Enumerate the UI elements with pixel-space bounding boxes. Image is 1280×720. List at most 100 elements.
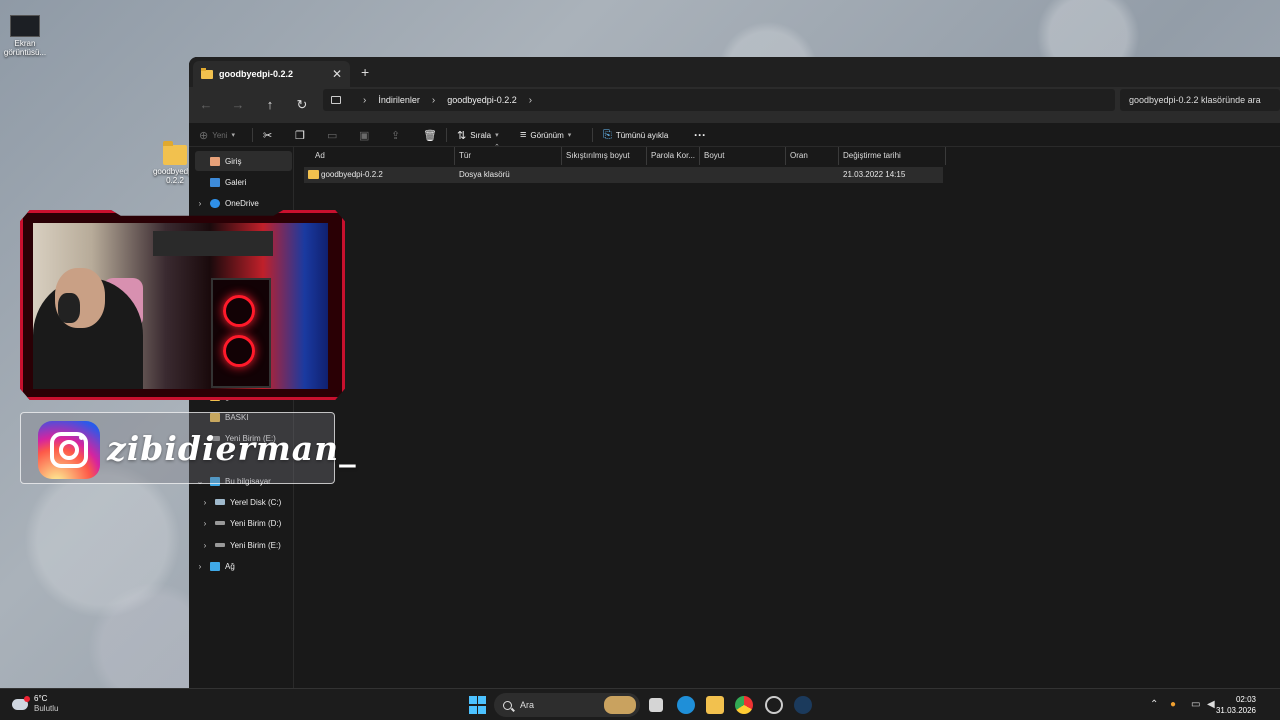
taskbar-search[interactable]: Ara (494, 693, 640, 717)
extract-all-label: Tümünü ayıkla (615, 130, 669, 140)
column-header-ratio[interactable]: Oran (786, 147, 839, 165)
command-bar: ⊕ Yeni ▾ ✂ ❐ ▭ ▣ ⇪ 🗑 ⇅ Sırala ▾ ≡ Görünü… (189, 123, 1280, 147)
column-header-name[interactable]: Ad (311, 147, 455, 165)
search-input[interactable]: goodbyedpi-0.2.2 klasöründe ara (1120, 89, 1280, 111)
delete-button[interactable]: 🗑 (423, 126, 441, 144)
weather-temp: 6°C (34, 694, 48, 703)
breadcrumb-item-goodbyedpi[interactable]: goodbyedpi-0.2.2 (447, 95, 517, 105)
back-button[interactable]: ← (196, 95, 216, 115)
table-row[interactable]: goodbyedpi-0.2.2 Dosya klasörü 21.03.202… (304, 167, 943, 183)
view-label: Görünüm (530, 130, 564, 140)
sort-icon: ⇅ (457, 129, 467, 142)
breadcrumb-item-downloads[interactable]: İndirilenler (378, 95, 420, 105)
cell-name: goodbyedpi-0.2.2 (321, 170, 383, 179)
breadcrumb-separator[interactable]: › (529, 95, 532, 106)
more-options-button[interactable]: ··· (694, 126, 706, 144)
extract-all-button[interactable]: ⎘ Tümünü ayıkla (603, 126, 668, 144)
cell-type: Dosya klasörü (459, 170, 510, 179)
chevron-down-icon: ▾ (231, 132, 236, 139)
drive-icon (215, 499, 225, 505)
nav-item-drive-d[interactable]: › Yeni Birim (D:) (200, 513, 282, 533)
up-button[interactable]: ↑ (260, 95, 280, 115)
instagram-icon-lens (59, 440, 79, 460)
start-button[interactable] (469, 696, 487, 714)
nav-item-home[interactable]: Giriş (195, 151, 292, 171)
column-header-compressed-size[interactable]: Sıkıştırılmış boyut (562, 147, 647, 165)
rename-button[interactable]: ▣ (359, 126, 373, 144)
refresh-button[interactable]: ↻ (292, 95, 312, 115)
forward-button[interactable]: → (228, 95, 248, 115)
paste-button[interactable]: ▭ (327, 126, 341, 144)
file-explorer-icon[interactable] (706, 696, 724, 714)
task-view-icon[interactable] (649, 698, 663, 712)
chevron-right-icon[interactable]: › (200, 541, 210, 550)
windows-logo-tile (469, 705, 477, 714)
close-tab-icon[interactable]: ✕ (332, 67, 342, 81)
network-icon[interactable]: ▭ (1191, 699, 1200, 710)
copy-button[interactable]: ❐ (295, 126, 309, 144)
nav-item-drive-c[interactable]: › Yerel Disk (C:) (200, 492, 282, 512)
instagram-icon (38, 421, 100, 479)
chevron-right-icon[interactable]: › (195, 562, 205, 571)
folder-icon (308, 170, 319, 179)
divider (252, 128, 253, 142)
gallery-icon (210, 177, 220, 187)
edge-icon[interactable] (677, 696, 695, 714)
cut-button[interactable]: ✂ (263, 126, 276, 144)
nav-item-network[interactable]: › Ağ (195, 556, 235, 576)
chevron-right-icon[interactable]: › (200, 498, 210, 507)
drive-icon (215, 521, 225, 525)
fan-icon (223, 335, 255, 367)
nav-item-gallery[interactable]: Galeri (210, 172, 246, 192)
rename-icon: ▣ (359, 129, 370, 142)
instagram-handle: zibidierman_ (107, 429, 357, 468)
chrome-icon[interactable] (735, 696, 753, 714)
search-highlight-icon (604, 696, 636, 714)
clock[interactable]: 02:03 31.03.2026 (1216, 694, 1256, 716)
cloud-icon (12, 695, 30, 710)
fan-icon (223, 295, 255, 327)
chevron-up-icon[interactable]: ⌃ (1150, 699, 1158, 710)
nav-item-label: Galeri (225, 177, 247, 187)
folder-icon (201, 67, 213, 79)
desktop-icon-screenshot[interactable]: Ekran görüntüsü... (0, 15, 55, 57)
volume-icon[interactable]: ◀ (1207, 699, 1215, 710)
file-explorer-window: goodbyedpi-0.2.2 ✕ + ← → ↑ ↻ › İndirilen… (189, 57, 1280, 688)
steam-icon[interactable] (794, 696, 812, 714)
nav-item-drive-e[interactable]: › Yeni Birim (E:) (200, 535, 281, 555)
chevron-down-icon: ▾ (495, 132, 499, 139)
cell-modified: 21.03.2022 14:15 (843, 170, 906, 179)
nav-item-label: Yeni Birim (D:) (230, 518, 282, 528)
breadcrumb-separator[interactable]: › (432, 95, 435, 106)
new-button[interactable]: ⊕ Yeni ▾ (199, 126, 235, 144)
nav-item-label: Giriş (225, 156, 242, 166)
breadcrumb-separator[interactable]: › (363, 95, 366, 106)
breadcrumb[interactable]: › İndirilenler › goodbyedpi-0.2.2 › (323, 89, 1115, 111)
taskbar-search-label: Ara (520, 700, 535, 710)
drive-icon (215, 543, 225, 547)
screenshot-thumb-icon (10, 15, 40, 37)
settings-gear-icon[interactable] (765, 696, 783, 714)
tab-goodbyedpi[interactable]: goodbyedpi-0.2.2 ✕ (193, 61, 350, 87)
new-button-label: Yeni (212, 130, 228, 140)
nav-item-onedrive[interactable]: › OneDrive (195, 193, 259, 213)
column-header-password[interactable]: Parola Kor... (647, 147, 700, 165)
paste-icon: ▭ (327, 129, 338, 142)
chevron-right-icon[interactable]: › (200, 519, 210, 528)
column-header-type[interactable]: Tür (455, 147, 562, 165)
microphone-icon[interactable]: ● (1170, 699, 1176, 710)
column-header-size[interactable]: Boyut (700, 147, 786, 165)
windows-logo-tile (478, 696, 486, 704)
tab-title: goodbyedpi-0.2.2 (219, 69, 294, 79)
share-button[interactable]: ⇪ (391, 126, 404, 144)
sort-button[interactable]: ⇅ Sırala ▾ (457, 126, 499, 144)
divider (446, 128, 447, 142)
clock-time: 02:03 (1235, 695, 1256, 704)
weather-widget[interactable]: 6°C Bulutlu (12, 694, 58, 714)
column-header-modified[interactable]: Değiştirme tarihi (839, 147, 946, 165)
webcam-feed (33, 223, 328, 389)
webcam-shelf (153, 231, 273, 256)
new-tab-button[interactable]: + (361, 64, 369, 80)
view-button[interactable]: ≡ Görünüm ▾ (520, 126, 571, 144)
chevron-right-icon[interactable]: › (195, 199, 205, 208)
